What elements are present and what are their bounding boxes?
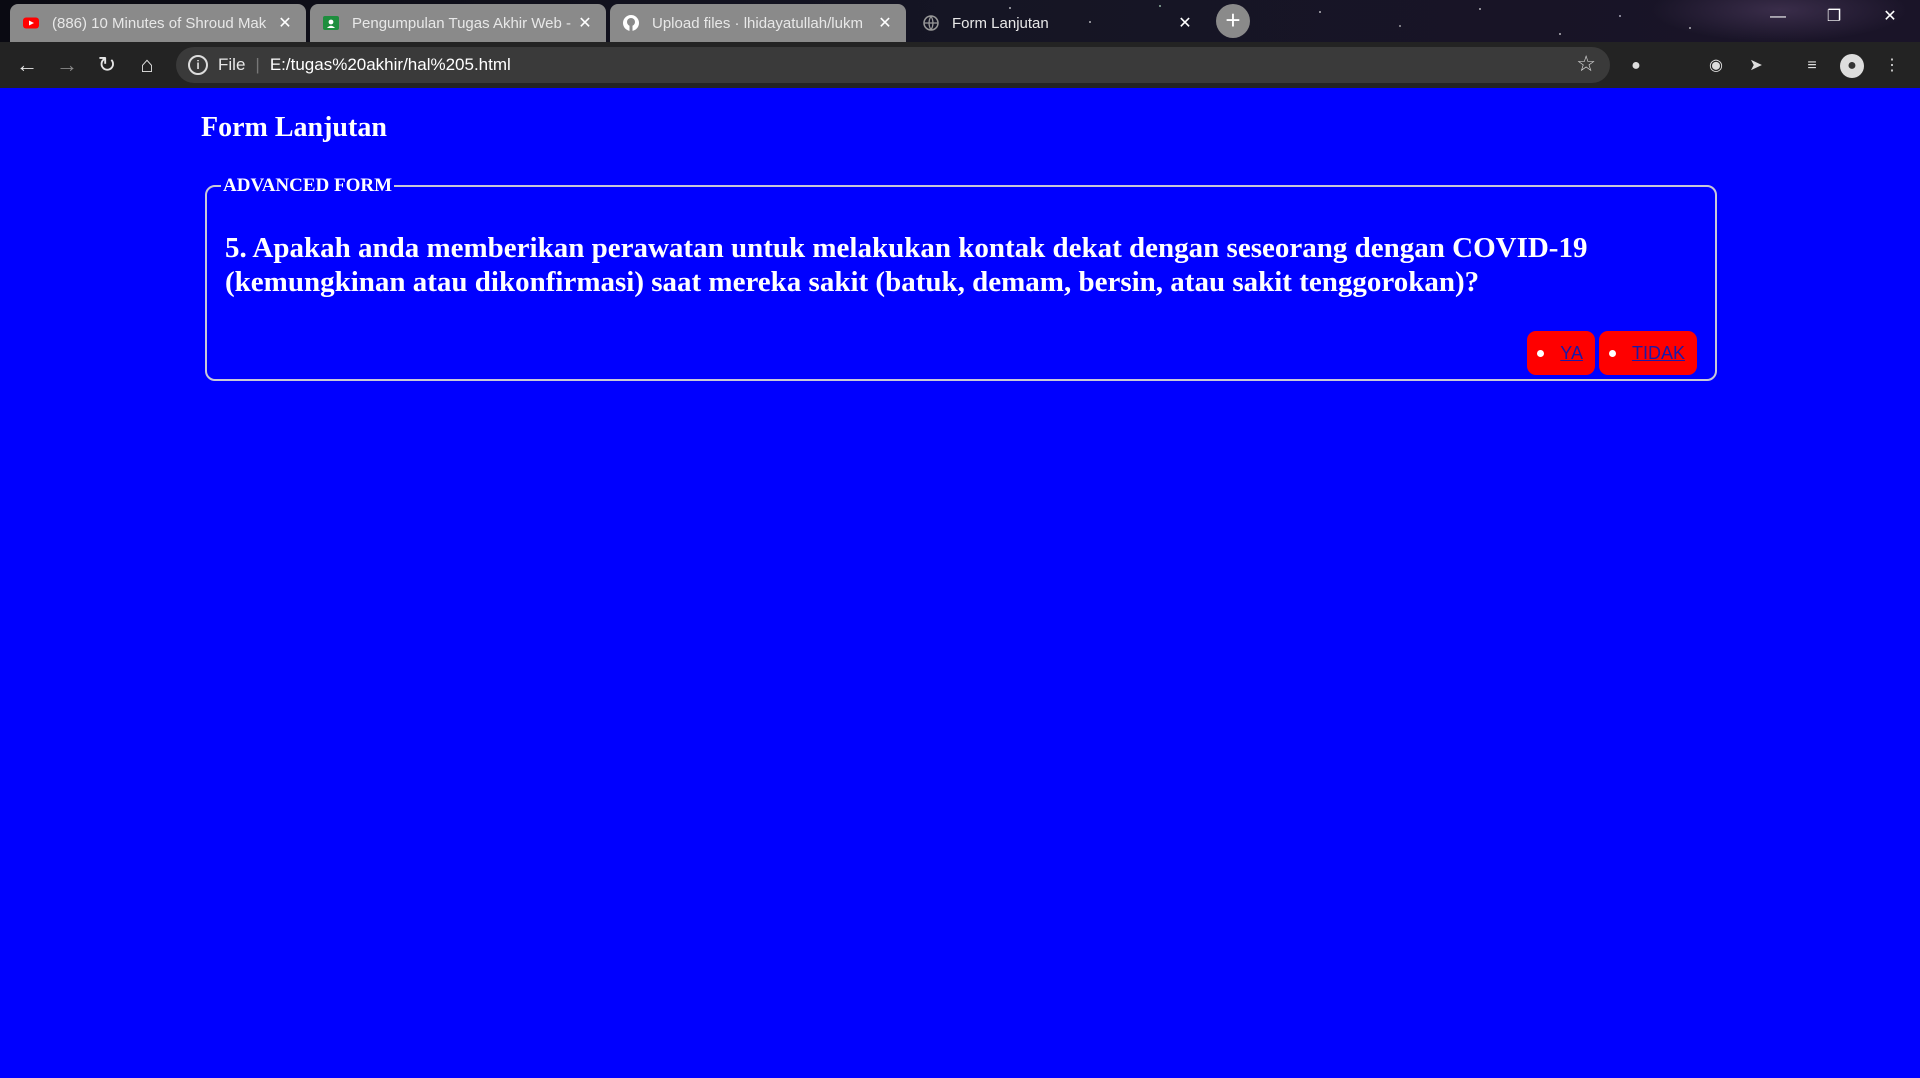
profile-avatar[interactable]: ●	[1840, 54, 1864, 78]
extension-icon[interactable]: ●	[1624, 54, 1648, 78]
answer-yes-button[interactable]: YA	[1527, 331, 1595, 375]
menu-icon[interactable]: ⋮	[1880, 54, 1904, 78]
url-separator: |	[255, 55, 260, 74]
home-button[interactable]: ⌂	[132, 50, 162, 80]
form-legend: ADVANCED FORM	[223, 175, 393, 196]
github-icon	[623, 15, 639, 31]
question-text: 5. Apakah anda memberikan perawatan untu…	[225, 232, 1588, 298]
page-title: Form Lanjutan	[201, 112, 387, 143]
new-tab-button[interactable]: +	[1216, 4, 1250, 38]
tab-youtube[interactable]: (886) 10 Minutes of Shroud Mak ✕	[10, 4, 306, 42]
google-classroom-icon	[323, 16, 339, 30]
close-tab-icon[interactable]: ✕	[576, 13, 594, 33]
tab-strip: (886) 10 Minutes of Shroud Mak ✕ Pengump…	[0, 0, 1920, 42]
info-icon[interactable]: i	[188, 55, 208, 75]
back-button[interactable]: ←	[12, 50, 42, 80]
forward-button[interactable]: →	[52, 50, 82, 80]
answer-no-button[interactable]: TIDAK	[1598, 331, 1697, 375]
extension-chat-icon[interactable]: ◉	[1704, 54, 1728, 78]
tab-title: Upload files · lhidayatullah/lukm	[652, 14, 863, 32]
tab-classroom[interactable]: Pengumpulan Tugas Akhir Web - ✕	[310, 4, 606, 42]
minimize-button[interactable]: —	[1750, 0, 1806, 34]
url-text[interactable]: E:/tugas%20akhir/hal%205.html	[270, 55, 511, 75]
globe-icon	[923, 15, 939, 31]
cast-icon[interactable]: ➤	[1744, 54, 1768, 78]
close-tab-icon[interactable]: ✕	[1176, 13, 1194, 33]
tab-title: (886) 10 Minutes of Shroud Mak	[52, 14, 267, 32]
maximize-button[interactable]: ❐	[1806, 0, 1862, 34]
youtube-icon	[23, 17, 39, 29]
bullet-icon	[1537, 349, 1545, 357]
tab-form-lanjutan[interactable]: Form Lanjutan ✕	[910, 4, 1206, 42]
tab-title: Pengumpulan Tugas Akhir Web -	[352, 14, 572, 32]
advanced-form: ADVANCED FORM 5. Apakah anda memberikan …	[205, 175, 1717, 381]
bullet-icon	[1608, 349, 1616, 357]
close-tab-icon[interactable]: ✕	[276, 13, 294, 33]
tab-github[interactable]: Upload files · lhidayatullah/lukm ✕	[610, 4, 906, 42]
answer-yes-link[interactable]: YA	[1560, 343, 1583, 364]
url-scheme: File	[218, 55, 246, 74]
address-bar[interactable]: i File | E:/tugas%20akhir/hal%205.html ☆	[176, 47, 1610, 83]
answer-no-link[interactable]: TIDAK	[1632, 343, 1685, 364]
close-tab-icon[interactable]: ✕	[876, 13, 894, 33]
browser-toolbar: ← → ↻ ⌂ i File | E:/tugas%20akhir/hal%20…	[0, 42, 1920, 88]
answer-options: YA TIDAK	[1527, 331, 1697, 375]
reload-button[interactable]: ↻	[92, 50, 122, 80]
tab-title: Form Lanjutan	[952, 14, 1049, 32]
bookmark-star-icon[interactable]: ☆	[1576, 51, 1596, 77]
media-queue-icon[interactable]: ≡	[1800, 54, 1824, 78]
close-window-button[interactable]: ✕	[1862, 0, 1918, 34]
